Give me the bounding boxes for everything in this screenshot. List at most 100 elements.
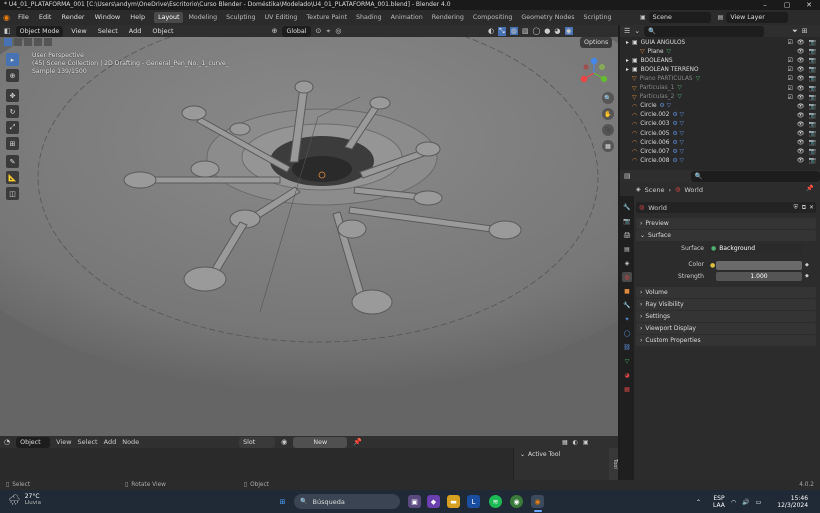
- editor-type-icon[interactable]: ◧: [4, 27, 11, 35]
- maximize-icon[interactable]: ▢: [776, 0, 798, 10]
- tab-animation[interactable]: Animation: [387, 12, 427, 23]
- properties-search-input[interactable]: 🔍: [690, 170, 820, 182]
- slot-dropdown[interactable]: Slot: [239, 436, 276, 448]
- outliner-item-name[interactable]: BOOLEANS: [641, 58, 673, 64]
- volume-panel[interactable]: › Volume: [636, 287, 816, 298]
- new-collection-icon[interactable]: ⊞: [802, 27, 808, 35]
- outliner-row[interactable]: ▸ ▣ BOOLEANS ☑ 👁 📷: [620, 56, 820, 65]
- modifier-data-icon[interactable]: ▽: [696, 76, 700, 82]
- exclude-checkbox-icon[interactable]: ☑: [788, 75, 793, 82]
- modifier-data-icon[interactable]: ⚙ ▽: [672, 121, 684, 127]
- outliner-row[interactable]: ▸ ▣ GUIA ANGULOS ☑ 👁 📷: [620, 38, 820, 47]
- world-tab-icon[interactable]: ◍: [622, 272, 632, 282]
- ray-visibility-panel[interactable]: › Ray Visibility: [636, 299, 816, 310]
- menu-render[interactable]: Render: [56, 10, 89, 25]
- render-visibility-icon[interactable]: 📷: [809, 85, 816, 92]
- outliner-row[interactable]: ◠ Circle.002 ⚙ ▽ 👁 📷: [620, 111, 820, 120]
- zoom-icon[interactable]: 🔍: [602, 92, 614, 104]
- view-layer-icon[interactable]: ▤: [718, 14, 724, 21]
- unlink-world-icon[interactable]: ✕: [809, 204, 814, 211]
- particles-tab-icon[interactable]: ✦: [622, 314, 632, 324]
- annotate-tool[interactable]: ✎: [6, 155, 19, 168]
- visibility-icon[interactable]: ◐: [488, 27, 494, 35]
- material-browse-icon[interactable]: ◉: [281, 438, 287, 446]
- outliner-row[interactable]: ▽ Plane ▽ 👁 📷: [620, 47, 820, 56]
- eye-visibility-icon[interactable]: 👁: [797, 139, 805, 146]
- eye-visibility-icon[interactable]: 👁: [797, 148, 805, 155]
- snap-icon[interactable]: ⌖: [326, 27, 330, 36]
- tool-side-tab[interactable]: Tool: [609, 448, 618, 480]
- shader-menu-node[interactable]: Node: [122, 438, 139, 446]
- proportional-edit-icon[interactable]: ◎: [335, 27, 341, 35]
- tab-shading[interactable]: Shading: [352, 12, 386, 23]
- transform-orientation-icon[interactable]: ⊕: [272, 27, 278, 35]
- transform-tool[interactable]: ⊞: [6, 137, 19, 150]
- render-visibility-icon[interactable]: 📷: [809, 148, 816, 155]
- weather-widget[interactable]: 🌧 27°C Lluvia: [8, 493, 41, 507]
- snap-node-icon[interactable]: ▦: [562, 439, 568, 446]
- render-visibility-icon[interactable]: 📷: [809, 66, 816, 73]
- surface-panel[interactable]: ⌄ Surface: [636, 230, 816, 241]
- eye-visibility-icon[interactable]: 👁: [797, 94, 805, 101]
- xray-icon[interactable]: ▧: [522, 27, 529, 35]
- texture-tab-icon[interactable]: ▦: [622, 384, 632, 394]
- menu-edit[interactable]: Edit: [34, 10, 57, 25]
- clock[interactable]: 15:46 12/3/2024: [777, 495, 808, 509]
- constraints-tab-icon[interactable]: ⛓: [622, 342, 632, 352]
- properties-type-icon[interactable]: ▤: [624, 172, 631, 180]
- outliner-search-input[interactable]: 🔍: [644, 25, 765, 37]
- physics-tab-icon[interactable]: ◯: [622, 328, 632, 338]
- tab-uv-editing[interactable]: UV Editing: [261, 12, 302, 23]
- modifier-data-icon[interactable]: ▽: [677, 85, 681, 91]
- outliner-row[interactable]: ◠ Circle.006 ⚙ ▽ 👁 📷: [620, 138, 820, 147]
- pivot-icon[interactable]: ⊙: [316, 27, 322, 35]
- viewport-menu-view[interactable]: View: [68, 25, 89, 37]
- modifier-tab-icon[interactable]: 🔧: [622, 300, 632, 310]
- outliner-filter-icon[interactable]: ⏷: [792, 27, 798, 36]
- world-name-field[interactable]: World: [648, 204, 667, 212]
- tab-compositing[interactable]: Compositing: [469, 12, 516, 23]
- overlay-icon[interactable]: ◍: [509, 27, 518, 35]
- tab-layout[interactable]: Layout: [154, 12, 184, 23]
- eye-visibility-icon[interactable]: 👁: [797, 157, 805, 164]
- fake-user-shield-icon[interactable]: ⛨: [793, 204, 798, 212]
- menu-help[interactable]: Help: [125, 10, 150, 25]
- scene-selector[interactable]: Scene: [648, 12, 711, 23]
- outliner-row[interactable]: ◠ Circle.008 ⚙ ▽ 👁 📷: [620, 156, 820, 165]
- custom-properties-panel[interactable]: › Custom Properties: [636, 335, 816, 346]
- exclude-checkbox-icon[interactable]: ☑: [788, 39, 793, 46]
- blender-logo-icon[interactable]: ◉: [0, 13, 13, 22]
- eye-visibility-icon[interactable]: 👁: [797, 112, 805, 119]
- eye-visibility-icon[interactable]: 👁: [797, 85, 805, 92]
- tab-sculpting[interactable]: Sculpting: [222, 12, 259, 23]
- select-box-tool[interactable]: ▸: [6, 53, 19, 66]
- outliner-item-name[interactable]: Circle.007: [640, 149, 669, 155]
- eye-visibility-icon[interactable]: 👁: [797, 39, 805, 46]
- modifier-data-icon[interactable]: ⚙ ▽: [672, 149, 684, 155]
- exclude-checkbox-icon[interactable]: ☑: [788, 85, 793, 92]
- eye-visibility-icon[interactable]: 👁: [797, 103, 805, 110]
- outliner-item-name[interactable]: Circle.002: [640, 112, 669, 118]
- outliner-item-name[interactable]: GUIA ANGULOS: [641, 40, 686, 46]
- move-tool[interactable]: ✥: [6, 89, 19, 102]
- modifier-data-icon[interactable]: ⚙ ▽: [672, 140, 684, 146]
- outliner-item-name[interactable]: Plane: [648, 49, 664, 55]
- eye-visibility-icon[interactable]: 👁: [797, 130, 805, 137]
- outliner-item-name[interactable]: Particulas_2: [640, 94, 675, 100]
- gizmo-icon[interactable]: ⤡: [498, 26, 506, 36]
- rotate-tool[interactable]: ↻: [6, 105, 19, 118]
- tool-tab-icon[interactable]: 🔧: [622, 202, 632, 212]
- outliner-row[interactable]: ▽ Particulas_2 ▽ ☑ 👁 📷: [620, 93, 820, 102]
- render-visibility-icon[interactable]: 📷: [809, 48, 816, 55]
- render-visibility-icon[interactable]: 📷: [809, 57, 816, 64]
- outliner-row[interactable]: ◠ Circle.005 ⚙ ▽ 👁 📷: [620, 129, 820, 138]
- exclude-checkbox-icon[interactable]: ☑: [788, 66, 793, 73]
- scale-tool[interactable]: ⤢: [6, 121, 19, 134]
- battery-icon[interactable]: ▭: [756, 499, 762, 506]
- outliner-item-name[interactable]: Plano PARTICULAS: [640, 76, 693, 82]
- outliner-type-icon[interactable]: ☰: [624, 27, 630, 35]
- modifier-data-icon[interactable]: ▽: [677, 94, 681, 100]
- eye-visibility-icon[interactable]: 👁: [797, 66, 805, 73]
- render-tab-icon[interactable]: 📷: [622, 216, 632, 226]
- duplicate-world-icon[interactable]: ⧉: [802, 204, 806, 212]
